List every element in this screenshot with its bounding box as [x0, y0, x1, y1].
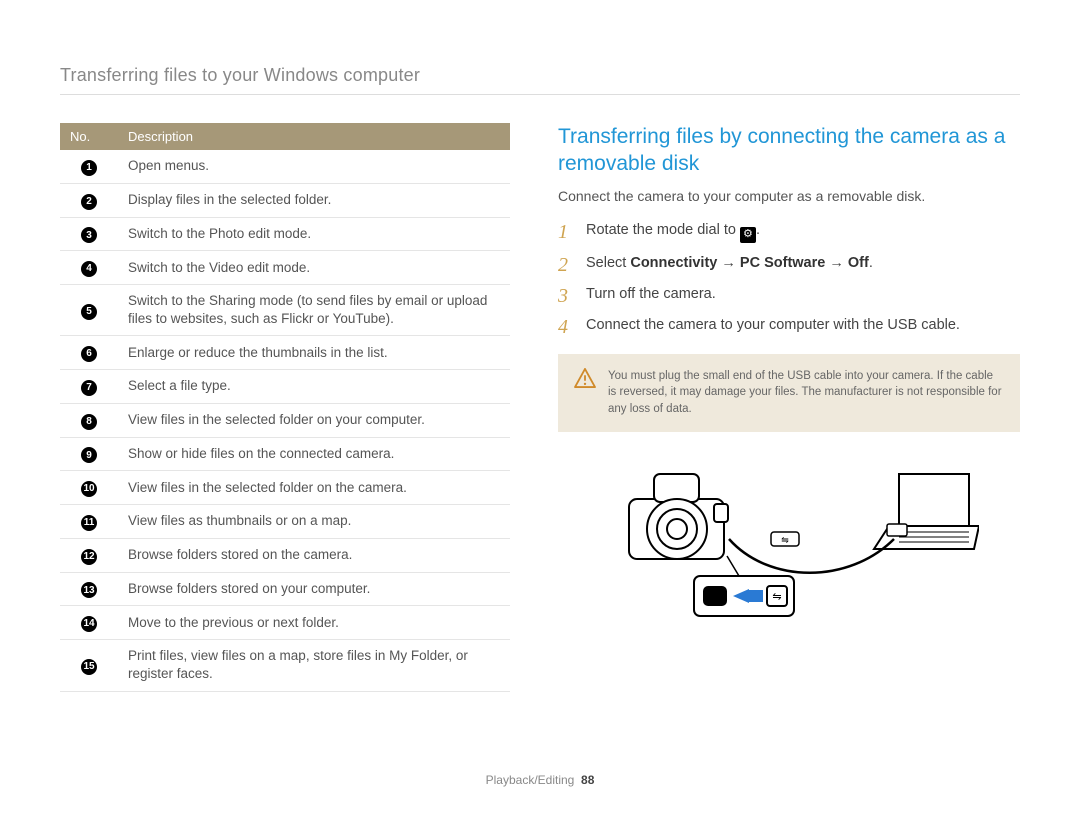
row-desc: Enlarge or reduce the thumbnails in the …: [118, 336, 510, 370]
row-badge: 6: [81, 346, 97, 362]
row-desc: View files in the selected folder on the…: [118, 471, 510, 505]
step-text: .: [756, 222, 760, 238]
step-text: Turn off the camera.: [586, 286, 716, 302]
table-row: 13 Browse folders stored on your computer…: [60, 572, 510, 606]
row-desc: Move to the previous or next folder.: [118, 606, 510, 640]
table-row: 8 View files in the selected folder on yo…: [60, 403, 510, 437]
step-1: 1 Rotate the mode dial to ⚙.: [558, 220, 1020, 243]
row-badge: 12: [81, 549, 97, 565]
step-number: 1: [558, 218, 568, 247]
step-text: .: [869, 255, 873, 271]
table-row: 2 Display files in the selected folder.: [60, 183, 510, 217]
table-row: 12 Browse folders stored on the camera.: [60, 538, 510, 572]
arrow-icon: →: [717, 255, 740, 271]
page-footer: Playback/Editing 88: [0, 773, 1080, 787]
row-badge: 2: [81, 194, 97, 210]
arrow-icon: →: [825, 255, 848, 271]
table-row: 14 Move to the previous or next folder.: [60, 606, 510, 640]
table-row: 1 Open menus.: [60, 150, 510, 183]
step-bold: PC Software: [740, 255, 825, 271]
table-row: 9 Show or hide files on the connected cam…: [60, 437, 510, 471]
row-desc: Browse folders stored on your computer.: [118, 572, 510, 606]
warning-icon: [574, 368, 596, 388]
row-desc: Select a file type.: [118, 370, 510, 404]
row-desc: Browse folders stored on the camera.: [118, 538, 510, 572]
row-badge: 3: [81, 227, 97, 243]
section-title: Transferring files by connecting the cam…: [558, 123, 1020, 178]
col-desc: Description: [118, 123, 510, 150]
steps-list: 1 Rotate the mode dial to ⚙. 2 Select Co…: [558, 220, 1020, 336]
row-badge: 8: [81, 414, 97, 430]
table-row: 4 Switch to the Video edit mode.: [60, 251, 510, 285]
row-desc: View files in the selected folder on you…: [118, 403, 510, 437]
step-text: Rotate the mode dial to: [586, 222, 740, 238]
row-badge: 7: [81, 380, 97, 396]
table-row: 3 Switch to the Photo edit mode.: [60, 217, 510, 251]
table-row: 15 Print files, view files on a map, stor…: [60, 640, 510, 691]
warning-box: You must plug the small end of the USB c…: [558, 354, 1020, 432]
table-row: 5 Switch to the Sharing mode (to send fil…: [60, 285, 510, 336]
row-desc: Switch to the Photo edit mode.: [118, 217, 510, 251]
row-badge: 14: [81, 616, 97, 632]
step-number: 3: [558, 282, 568, 311]
connection-illustration: ⇋ ⇋: [558, 454, 1020, 624]
table-row: 10 View files in the selected folder on t…: [60, 471, 510, 505]
row-desc: Open menus.: [118, 150, 510, 183]
warning-text: You must plug the small end of the USB c…: [608, 368, 1004, 418]
table-row: 6 Enlarge or reduce the thumbnails in the…: [60, 336, 510, 370]
footer-page: 88: [581, 773, 594, 787]
step-number: 4: [558, 313, 568, 342]
row-desc: Switch to the Video edit mode.: [118, 251, 510, 285]
description-table: No. Description 1 Open menus. 2 Display fi…: [60, 123, 510, 692]
step-2: 2 Select Connectivity → PC Software → Of…: [558, 253, 1020, 274]
svg-text:⇋: ⇋: [781, 535, 789, 545]
step-bold: Connectivity: [630, 255, 717, 271]
row-desc: View files as thumbnails or on a map.: [118, 505, 510, 539]
svg-text:⇋: ⇋: [772, 591, 781, 603]
row-badge: 5: [81, 304, 97, 320]
step-bold: Off: [848, 255, 869, 271]
gear-icon: ⚙: [740, 227, 756, 243]
step-3: 3 Turn off the camera.: [558, 284, 1020, 305]
row-badge: 11: [81, 515, 97, 531]
row-desc: Print files, view files on a map, store …: [118, 640, 510, 691]
table-row: 7 Select a file type.: [60, 370, 510, 404]
row-badge: 13: [81, 582, 97, 598]
row-badge: 1: [81, 160, 97, 176]
page-header-title: Transferring files to your Windows compu…: [60, 65, 1020, 95]
row-desc: Display files in the selected folder.: [118, 183, 510, 217]
step-text: Select: [586, 255, 630, 271]
row-badge: 10: [81, 481, 97, 497]
row-desc: Show or hide files on the connected came…: [118, 437, 510, 471]
col-no: No.: [60, 123, 118, 150]
table-row: 11 View files as thumbnails or on a map.: [60, 505, 510, 539]
row-badge: 15: [81, 659, 97, 675]
row-badge: 9: [81, 447, 97, 463]
step-text: Connect the camera to your computer with…: [586, 317, 960, 333]
footer-section: Playback/Editing: [486, 773, 575, 787]
row-desc: Switch to the Sharing mode (to send file…: [118, 285, 510, 336]
step-number: 2: [558, 251, 568, 280]
row-badge: 4: [81, 261, 97, 277]
section-intro: Connect the camera to your computer as a…: [558, 188, 1020, 204]
step-4: 4 Connect the camera to your computer wi…: [558, 315, 1020, 336]
